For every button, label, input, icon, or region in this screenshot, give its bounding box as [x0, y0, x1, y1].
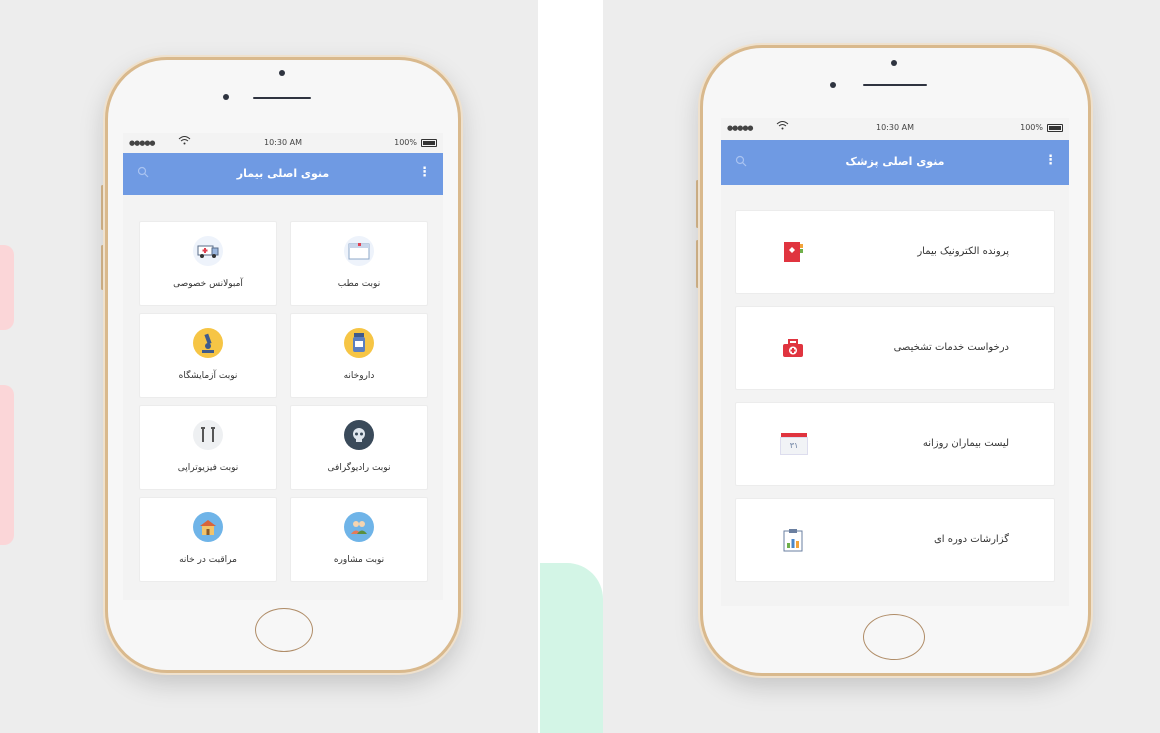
camera-dot: [891, 60, 897, 66]
report-chart-icon: [781, 528, 805, 552]
medical-folder-icon: [781, 240, 805, 264]
skull-xray-icon: [344, 420, 374, 450]
menu-item-label: نوبت مشاوره: [333, 555, 385, 565]
house-icon: [193, 512, 223, 542]
doctor-screen: ●●●●● 10:30 AM 100% منوی اصلی پزشک ⋮ پرو…: [721, 118, 1069, 606]
menu-item-daily-patients[interactable]: ۳۱ لیست بیماران روزانه: [735, 402, 1055, 486]
front-camera: [223, 94, 229, 100]
patient-screen: ●●●●● 10:30 AM 100% منوی اصلی بیمار ⋮ نو…: [123, 133, 443, 600]
menu-item-electronic-record[interactable]: پرونده الکترونیک بیمار: [735, 210, 1055, 294]
calendar-icon: ۳۱: [780, 432, 808, 456]
menu-item-label: نوبت رادیوگرافی: [327, 463, 391, 473]
menu-item-label: پرونده الکترونیک بیمار: [917, 246, 1009, 257]
menu-item-home-care[interactable]: مراقبت در خانه: [139, 497, 277, 582]
menu-item-pharmacy[interactable]: داروخانه: [290, 313, 428, 398]
menu-item-label: درخواست خدمات تشخیصی: [893, 342, 1009, 353]
menu-item-label: لیست بیماران روزانه: [922, 438, 1009, 449]
microscope-icon: [193, 328, 223, 358]
people-icon: [344, 512, 374, 542]
doctor-phone: ●●●●● 10:30 AM 100% منوی اصلی پزشک ⋮ پرو…: [700, 45, 1091, 676]
patient-phone: ●●●●● 10:30 AM 100% منوی اصلی بیمار ⋮ نو…: [105, 57, 461, 673]
ambulance-icon: [193, 236, 223, 266]
menu-item-physiotherapy[interactable]: نوبت فیزیوتراپی: [139, 405, 277, 490]
battery-percent: 100%: [1020, 123, 1043, 132]
crutches-icon: [193, 420, 223, 450]
phone-side-button: [696, 180, 699, 228]
phone-side-button: [101, 185, 104, 230]
page-title: منوی اصلی بیمار: [236, 167, 330, 180]
home-button[interactable]: [255, 608, 313, 652]
menu-item-label: داروخانه: [343, 371, 375, 381]
page-title: منوی اصلی پزشک: [845, 155, 945, 168]
battery-percent: 100%: [394, 138, 417, 147]
menu-item-office-appointment[interactable]: نوبت مطب: [290, 221, 428, 306]
phone-side-button: [101, 245, 104, 290]
menu-item-private-ambulance[interactable]: آمبولانس خصوصی: [139, 221, 277, 306]
more-vertical-icon[interactable]: ⋮: [418, 165, 431, 180]
pill-bottle-icon: [344, 328, 374, 358]
decor-shape: [0, 385, 14, 545]
menu-item-periodic-reports[interactable]: گزارشات دوره ای: [735, 498, 1055, 582]
menu-item-label: نوبت مطب: [337, 279, 381, 289]
menu-item-lab-appointment[interactable]: نوبت آزمایشگاه: [139, 313, 277, 398]
calendar-icon: [344, 236, 374, 266]
appbar: منوی اصلی پزشک ⋮: [721, 140, 1069, 185]
speaker-grille: [863, 84, 927, 86]
battery-icon: [1047, 124, 1063, 132]
camera-dot: [279, 70, 285, 76]
more-vertical-icon[interactable]: ⋮: [1044, 153, 1057, 168]
front-camera: [830, 82, 836, 88]
calendar-day: ۳۱: [780, 437, 808, 455]
decor-shape: [0, 245, 14, 330]
menu-item-label: نوبت آزمایشگاه: [178, 371, 238, 381]
home-button[interactable]: [863, 614, 925, 660]
first-aid-kit-icon: [781, 336, 805, 360]
menu-item-label: گزارشات دوره ای: [933, 534, 1009, 545]
menu-item-label: نوبت فیزیوتراپی: [177, 463, 239, 473]
menu-item-radiography[interactable]: نوبت رادیوگرافی: [290, 405, 428, 490]
appbar: منوی اصلی بیمار ⋮: [123, 153, 443, 195]
menu-item-consultation[interactable]: نوبت مشاوره: [290, 497, 428, 582]
decor-shape: [540, 563, 603, 733]
battery-icon: [421, 139, 437, 147]
status-time: 10:30 AM: [876, 123, 914, 132]
menu-item-label: مراقبت در خانه: [179, 555, 237, 565]
menu-item-label: آمبولانس خصوصی: [173, 279, 243, 289]
menu-item-diagnostic-request[interactable]: درخواست خدمات تشخیصی: [735, 306, 1055, 390]
phone-side-button: [696, 240, 699, 288]
speaker-grille: [253, 97, 311, 99]
